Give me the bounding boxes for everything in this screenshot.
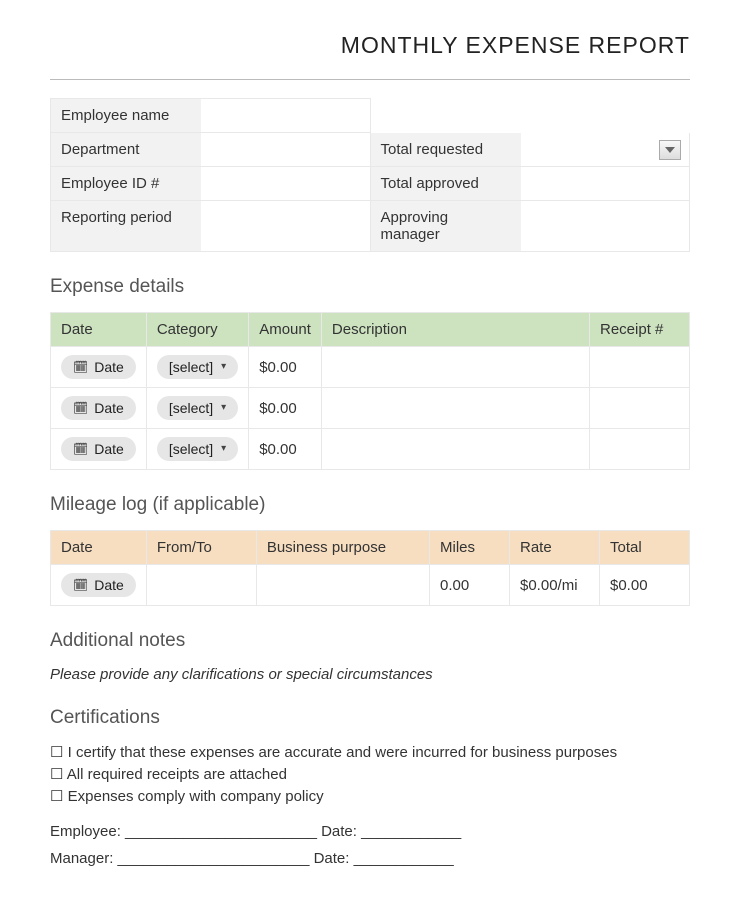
description-cell[interactable] (321, 347, 589, 388)
miles-cell[interactable]: 0.00 (430, 565, 510, 606)
certifications-heading: Certifications (50, 707, 690, 729)
expense-details-heading: Expense details (50, 276, 690, 298)
col-fromto: From/To (146, 531, 256, 565)
table-row: 🗓Date [select]▾ $0.00 (51, 347, 690, 388)
department-label: Department (51, 133, 201, 166)
employee-signature-line[interactable]: Employee: _______________________ Date: … (50, 823, 690, 840)
total-requested-label: Total requested (371, 133, 521, 166)
employee-id-field[interactable] (201, 167, 370, 200)
chevron-down-icon: ▾ (221, 403, 226, 413)
total-approved-field[interactable] (521, 167, 690, 200)
col-date: Date (51, 531, 147, 565)
reporting-period-label: Reporting period (51, 201, 201, 251)
receipt-cell[interactable] (590, 347, 690, 388)
table-row: 🗓Date [select]▾ $0.00 (51, 429, 690, 470)
total-requested-field[interactable] (521, 133, 690, 166)
reporting-period-field[interactable] (201, 201, 370, 251)
col-purpose: Business purpose (256, 531, 429, 565)
amount-cell[interactable]: $0.00 (249, 429, 322, 470)
mileage-log-heading: Mileage log (if applicable) (50, 494, 690, 516)
category-select[interactable]: [select]▾ (157, 396, 238, 420)
manager-signature-line[interactable]: Manager: _______________________ Date: _… (50, 850, 690, 867)
purpose-cell[interactable] (256, 565, 429, 606)
amount-cell[interactable]: $0.00 (249, 388, 322, 429)
col-rate: Rate (510, 531, 600, 565)
expense-table: Date Category Amount Description Receipt… (50, 312, 690, 470)
receipt-cell[interactable] (590, 429, 690, 470)
col-miles: Miles (430, 531, 510, 565)
certifications-list: ☐ I certify that these expenses are accu… (50, 743, 690, 805)
calendar-icon: 🗓 (73, 443, 88, 455)
date-picker[interactable]: 🗓Date (61, 355, 136, 379)
info-grid: Employee name Department Total requested (50, 98, 690, 252)
date-picker[interactable]: 🗓Date (61, 437, 136, 461)
calendar-icon: 🗓 (73, 402, 88, 414)
category-select[interactable]: [select]▾ (157, 355, 238, 379)
cert-item[interactable]: ☐ All required receipts are attached (50, 765, 690, 783)
department-field[interactable] (201, 133, 370, 166)
page-title: MONTHLY EXPENSE REPORT (50, 32, 690, 59)
employee-id-label: Employee ID # (51, 167, 201, 200)
table-row: 🗓Date 0.00 $0.00/mi $0.00 (51, 565, 690, 606)
col-amount: Amount (249, 313, 322, 347)
notes-placeholder[interactable]: Please provide any clarifications or spe… (50, 666, 690, 683)
total-cell: $0.00 (600, 565, 690, 606)
col-description: Description (321, 313, 589, 347)
employee-name-field[interactable] (201, 99, 370, 132)
dropdown-icon[interactable] (659, 140, 681, 160)
calendar-icon: 🗓 (73, 361, 88, 373)
col-total: Total (600, 531, 690, 565)
employee-name-label: Employee name (51, 99, 201, 132)
chevron-down-icon: ▾ (221, 444, 226, 454)
chevron-down-icon: ▾ (221, 362, 226, 372)
description-cell[interactable] (321, 429, 589, 470)
approving-manager-field[interactable] (521, 201, 690, 251)
additional-notes-heading: Additional notes (50, 630, 690, 652)
receipt-cell[interactable] (590, 388, 690, 429)
table-row: 🗓Date [select]▾ $0.00 (51, 388, 690, 429)
cert-item[interactable]: ☐ I certify that these expenses are accu… (50, 743, 690, 761)
mileage-table: Date From/To Business purpose Miles Rate… (50, 530, 690, 606)
divider (50, 79, 690, 80)
calendar-icon: 🗓 (73, 579, 88, 591)
cert-item[interactable]: ☐ Expenses comply with company policy (50, 787, 690, 805)
amount-cell[interactable]: $0.00 (249, 347, 322, 388)
total-approved-label: Total approved (371, 167, 521, 200)
approving-manager-label: Approving manager (371, 201, 521, 251)
rate-cell[interactable]: $0.00/mi (510, 565, 600, 606)
col-receipt: Receipt # (590, 313, 690, 347)
date-picker[interactable]: 🗓Date (61, 573, 136, 597)
description-cell[interactable] (321, 388, 589, 429)
date-picker[interactable]: 🗓Date (61, 396, 136, 420)
col-date: Date (51, 313, 147, 347)
category-select[interactable]: [select]▾ (157, 437, 238, 461)
fromto-cell[interactable] (146, 565, 256, 606)
col-category: Category (146, 313, 248, 347)
